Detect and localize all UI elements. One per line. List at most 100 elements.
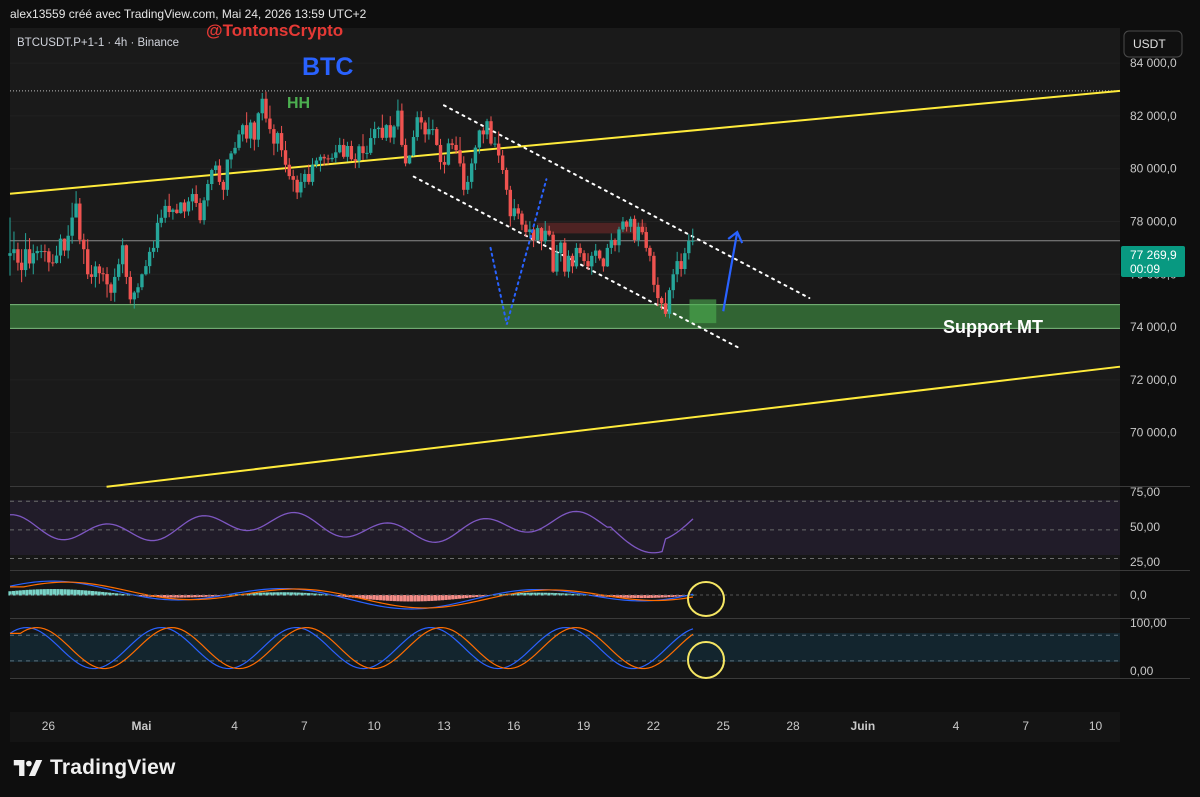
macd-histogram-bar (440, 595, 445, 601)
candle-body (314, 160, 319, 165)
macd-histogram-bar (416, 595, 421, 602)
candle-body (403, 144, 408, 164)
candle-body (365, 152, 369, 154)
candle-body (272, 129, 276, 144)
candle-body (8, 253, 12, 256)
rsi-label-50: 50,00 (1130, 520, 1160, 534)
candle-body (155, 222, 160, 248)
tradingview-brand[interactable]: TradingView (12, 756, 176, 780)
symbol-line[interactable]: BTCUSDT.P+1-1 · 4h · Binance (17, 37, 179, 49)
candle-body (182, 202, 187, 212)
macd-histogram-bar (368, 595, 372, 600)
candle-body (380, 127, 385, 138)
candle-body (659, 298, 664, 304)
macd-histogram-bar (403, 595, 407, 602)
candle-body (167, 205, 171, 212)
candle (435, 126, 439, 146)
candle-body (458, 150, 462, 164)
rsi-band (10, 500, 1120, 555)
candle-body (287, 164, 291, 177)
candle-body (597, 250, 602, 259)
time-tick-label: 22 (647, 719, 661, 733)
candle-body (415, 117, 419, 138)
candle-body (388, 125, 392, 138)
time-tick-label: 28 (786, 719, 800, 733)
macd-histogram-bar (413, 595, 417, 602)
candle-body (353, 159, 358, 161)
candle-body (656, 284, 660, 299)
candle-body (586, 261, 590, 267)
candle-body (613, 239, 617, 246)
candle-body (116, 264, 121, 277)
candle-body (330, 157, 334, 160)
price-tick-label: 74 000,0 (1130, 320, 1177, 334)
candle-body (12, 249, 16, 254)
macd-histogram-bar (392, 595, 396, 602)
candle-body (124, 245, 129, 277)
candle-body (310, 164, 315, 182)
candle-body (109, 284, 113, 293)
macd-histogram-bar (430, 595, 434, 601)
candle-body (35, 251, 39, 254)
candle-body (202, 200, 206, 221)
candle-body (66, 235, 70, 251)
candle-body (636, 226, 641, 240)
candle-body (493, 143, 497, 145)
candle-body (578, 247, 582, 254)
candle-body (241, 125, 245, 135)
hh-label: HH (287, 95, 310, 112)
macd-histogram-bar (365, 595, 369, 600)
candle (407, 155, 412, 165)
candle-body (411, 137, 416, 156)
candle-body (303, 173, 307, 182)
candle-body (357, 146, 361, 161)
candle-body (466, 181, 470, 190)
candle-body (520, 213, 524, 225)
candle-body (442, 162, 447, 165)
candle-body (101, 273, 105, 275)
candle-body (248, 122, 253, 139)
candle-body (147, 251, 152, 267)
candle-body (144, 266, 148, 275)
macd-label-zero: 0,0 (1130, 588, 1147, 602)
candle-body (384, 125, 388, 138)
candle-body (446, 143, 451, 165)
macd-histogram-bar (382, 595, 386, 601)
candle-body (609, 239, 614, 248)
time-tick-label: 26 (42, 719, 56, 733)
currency-button-label: USDT (1133, 37, 1166, 51)
macd-histogram-bar (396, 595, 400, 602)
time-tick-label: Mai (131, 719, 151, 733)
candle-body (31, 253, 35, 264)
time-tick-label: 7 (1022, 719, 1029, 733)
time-tick-label: 10 (368, 719, 382, 733)
stoch-band (10, 633, 1120, 662)
macd-histogram-bar (306, 593, 311, 596)
candle-body (349, 145, 354, 160)
macd-histogram-bar (372, 595, 376, 600)
entry-box (689, 299, 717, 324)
candle-body (481, 130, 486, 135)
candle-body (338, 144, 342, 153)
macd-histogram-bar (451, 595, 455, 600)
macd-histogram-bar (406, 595, 410, 602)
candle-body (644, 232, 648, 248)
candle-body (291, 176, 295, 180)
candle-body (299, 181, 303, 193)
candle-body (504, 170, 509, 190)
candle-body (543, 230, 547, 242)
candle-body (341, 144, 346, 157)
chart-canvas[interactable]: 84 000,082 000,080 000,078 000,076 000,0… (0, 0, 1200, 797)
candle-body (376, 127, 381, 130)
price-tick-label: 72 000,0 (1130, 373, 1177, 387)
candle-body (590, 255, 594, 267)
candle-body (438, 144, 443, 163)
candle-body (594, 250, 598, 256)
candle-body (318, 156, 323, 161)
price-tick-label: 70 000,0 (1130, 426, 1177, 440)
macd-histogram-bar (282, 592, 287, 596)
candle-body (667, 290, 672, 314)
macd-histogram-bar (523, 592, 527, 596)
watermark-handle: @TontonsCrypto (206, 21, 343, 40)
macd-histogram-bar (444, 595, 448, 600)
